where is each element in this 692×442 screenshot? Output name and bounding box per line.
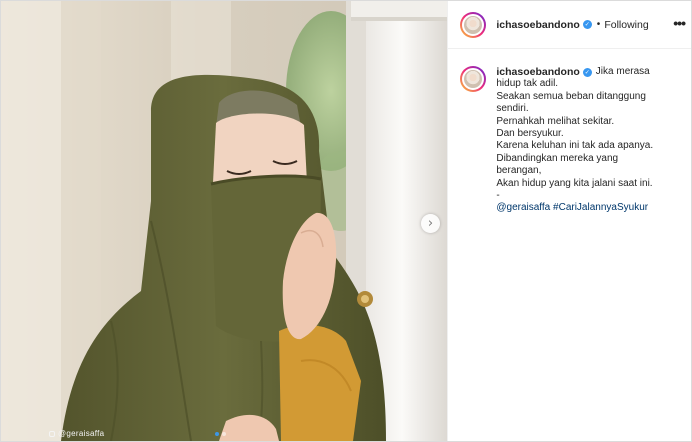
caption-line: - [496,190,500,202]
instagram-icon [49,430,55,437]
post-image[interactable]: @geraisaffa › [1,1,448,441]
caption-line: Pernahkah melihat sekitar. [496,115,615,127]
photo-watermark: @geraisaffa [49,429,104,438]
caption-first-line: ichasoebandono ✓ Jika merasa [496,66,653,78]
caption-tags: @geraisaffa #CariJalannyaSyukur [496,202,653,214]
carousel-next-button[interactable]: › [421,214,440,233]
verified-badge-icon: ✓ [582,20,592,29]
caption-line: Karena keluhan ini tak ada apanya. [496,140,654,152]
post-caption: ichasoebandono ✓ Jika merasa hidup tak a… [448,49,691,215]
caption-line: Dibandingkan mereka yang [496,152,619,164]
caption-avatar[interactable] [460,66,487,92]
photo-illustration [1,1,448,441]
following-button[interactable]: Following [604,19,648,31]
caption-line: Seakan semua beban ditanggung [496,90,646,102]
post-side-panel: ichasoebandono ✓ • Following ••• ichasoe… [447,1,691,441]
carousel-dot [222,432,226,436]
verified-badge-icon: ✓ [582,67,592,77]
carousel-indicator [215,432,226,436]
mention-link[interactable]: @geraisaffa [496,202,550,213]
more-options-icon[interactable]: ••• [673,16,686,30]
header-separator: • [596,19,601,30]
caption-line: Akan hidup yang kita jalani saat ini. [496,177,653,189]
caption-line: berangan, [496,165,542,177]
avatar-image [462,68,485,90]
watermark-text: @geraisaffa [58,429,105,438]
caption-line: Dan bersyukur. [496,128,564,140]
chevron-right-icon: › [427,216,434,231]
header-username[interactable]: ichasoebandono [496,19,579,31]
avatar[interactable] [460,11,487,38]
hashtag-link[interactable]: #CariJalannyaSyukur [553,202,648,213]
instagram-post: @geraisaffa › ichasoebandono ✓ • Followi… [0,0,692,442]
caption-line: hidup tak adil. [496,78,559,90]
caption-text: ichasoebandono ✓ Jika merasa hidup tak a… [496,66,653,215]
caption-line: sendiri. [496,103,529,115]
avatar-image [462,13,485,36]
caption-line: Jika merasa [595,66,650,77]
carousel-dot-active [215,432,219,436]
caption-username[interactable]: ichasoebandono [496,66,579,78]
post-header: ichasoebandono ✓ • Following ••• [448,1,691,49]
